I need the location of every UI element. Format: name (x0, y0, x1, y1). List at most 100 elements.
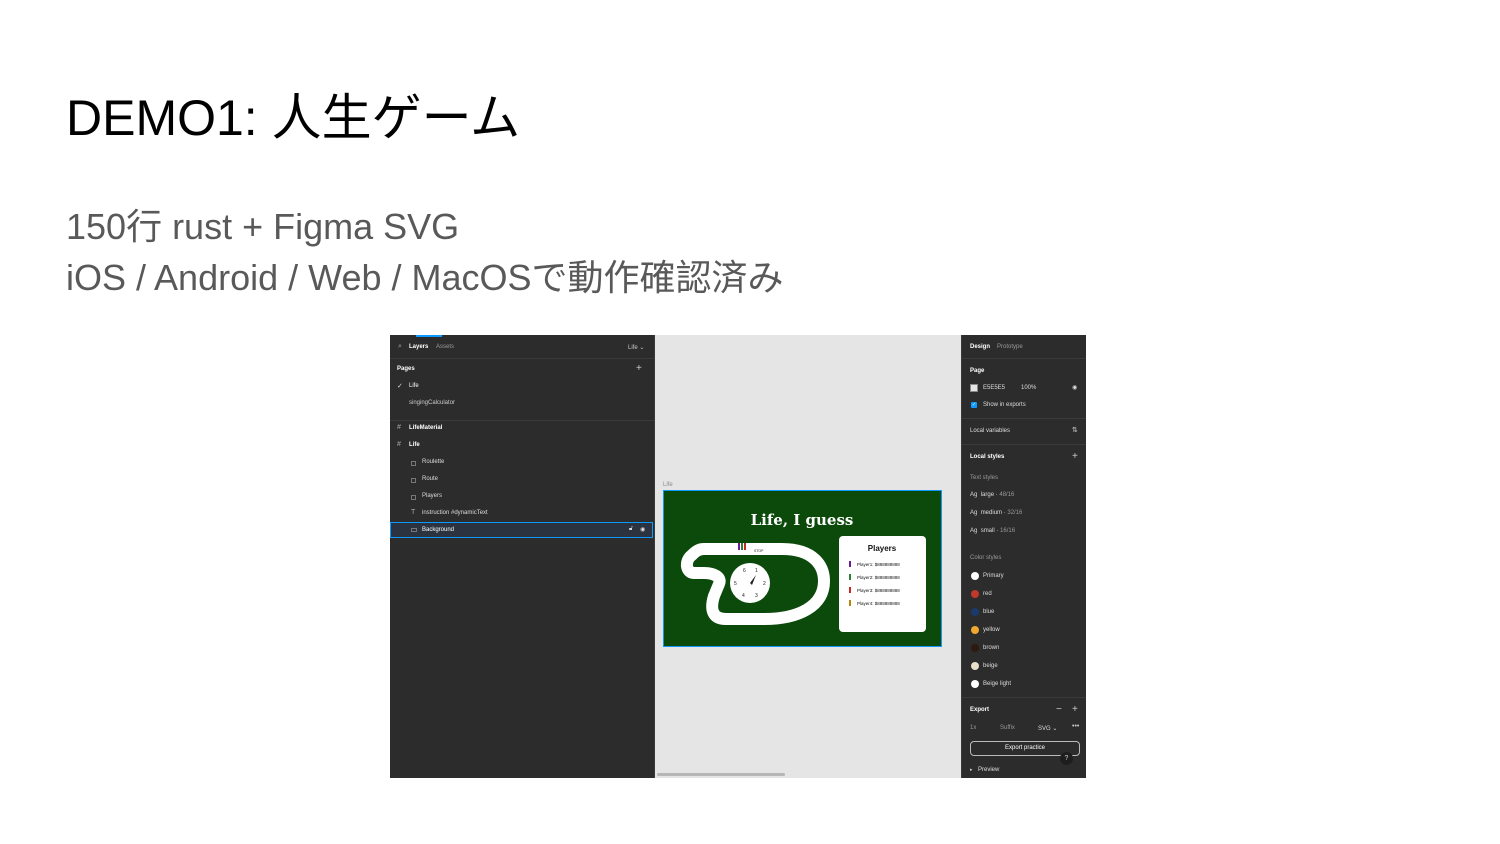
divider (962, 358, 1086, 359)
color-swatch-yellow (971, 626, 979, 634)
text-style-prefix: Ag (970, 492, 978, 498)
eye-icon[interactable]: ◉ (1072, 384, 1077, 391)
text-style-prefix: Ag (970, 510, 978, 516)
color-swatch-beige-light (971, 680, 979, 688)
divider (962, 697, 1086, 698)
text-style-small[interactable]: Ag small · 16/16 (970, 528, 1015, 534)
player2-label: Player2: $888888888 (857, 575, 900, 580)
page-selector[interactable]: Life ⌄ (628, 344, 644, 351)
color-style-brown[interactable]: brown (983, 645, 999, 651)
active-tab-indicator (416, 335, 442, 337)
group-icon (411, 478, 416, 483)
page-color-swatch[interactable] (970, 384, 978, 392)
frame-label[interactable]: Life (663, 482, 673, 488)
color-style-beige[interactable]: beige (983, 663, 998, 669)
chevron-down-icon: ⌄ (1052, 726, 1058, 732)
tab-assets[interactable]: Assets (436, 344, 454, 350)
remove-export-icon[interactable]: − (1056, 704, 1062, 715)
slide-subtitle-line1: 150行 rust + Figma SVG (66, 206, 460, 247)
local-variables-label[interactable]: Local variables (970, 428, 1010, 434)
color-style-beige-light[interactable]: Beige light (983, 681, 1011, 687)
color-style-yellow[interactable]: yellow (983, 627, 1000, 633)
figma-screenshot: ⌕ Layers Assets Life ⌄ Pages + ✓ Life si… (390, 335, 1086, 778)
add-style-icon[interactable]: + (1072, 451, 1078, 462)
unlock-icon[interactable]: 🔓︎ (629, 526, 633, 533)
text-style-name: medium (980, 510, 1003, 516)
game-board: Life, I guess 6 1 2 3 4 5 STOP Players P… (681, 511, 926, 632)
export-format-select[interactable]: SVG ⌄ (1038, 725, 1057, 732)
show-in-exports-checkbox[interactable]: ✓ (971, 402, 977, 408)
slide-title: DEMO1: 人生ゲーム (66, 90, 521, 146)
life-frame[interactable]: Life, I guess 6 1 2 3 4 5 STOP Players P… (663, 490, 942, 647)
layer-background[interactable]: Background (422, 527, 454, 533)
roulette-number-4: 4 (742, 593, 745, 599)
search-icon[interactable]: ⌕ (398, 343, 402, 351)
player3-token (744, 543, 746, 550)
add-page-icon[interactable]: + (636, 363, 642, 374)
roulette-number-5: 5 (734, 581, 737, 587)
text-icon: T (411, 509, 416, 516)
check-icon: ✓ (397, 383, 403, 390)
layer-players[interactable]: Players (422, 493, 442, 499)
player4-label: Player4: $888888888 (857, 601, 900, 606)
text-style-medium[interactable]: Ag medium · 32/16 (970, 510, 1022, 516)
preview-toggle[interactable]: Preview (978, 767, 999, 773)
game-title: Life, I guess (751, 511, 854, 529)
text-styles-heading: Text styles (970, 475, 999, 481)
color-style-primary[interactable]: Primary (983, 573, 1004, 579)
player2-token (741, 543, 743, 550)
text-style-name: small (980, 528, 995, 534)
color-swatch-beige (971, 662, 979, 670)
help-icon[interactable]: ? (1060, 752, 1073, 765)
player3-icon (849, 587, 851, 593)
color-swatch-red (971, 590, 979, 598)
text-style-large[interactable]: Ag large · 48/16 (970, 492, 1014, 498)
page-opacity-value[interactable]: 100% (1021, 385, 1036, 391)
group-icon (411, 461, 416, 466)
page-item-singingcalculator[interactable]: singingCalculator (409, 400, 455, 406)
frame-icon: # (397, 441, 401, 448)
divider (962, 418, 1086, 419)
slide-subtitle-line2: iOS / Android / Web / MacOSで動作確認済み (66, 257, 784, 298)
show-in-exports-label: Show in exports (983, 402, 1026, 408)
layer-route[interactable]: Route (422, 476, 438, 482)
page-selector-label: Life (628, 345, 638, 351)
eye-icon[interactable]: ◉ (640, 526, 645, 533)
page-item-life[interactable]: Life (409, 383, 419, 389)
text-style-prefix: Ag (970, 528, 978, 534)
export-scale[interactable]: 1x (970, 725, 976, 731)
tab-prototype[interactable]: Prototype (997, 344, 1023, 350)
local-styles-heading: Local styles (970, 454, 1005, 460)
roulette-number-1: 1 (755, 568, 758, 574)
layer-instruction[interactable]: instruction #dynamicText (422, 510, 488, 516)
player3-label: Player3: $888888888 (857, 588, 900, 593)
divider (962, 444, 1086, 445)
layer-roulette[interactable]: Roulette (422, 459, 444, 465)
text-style-spec: 48/16 (999, 492, 1015, 498)
color-style-red[interactable]: red (983, 591, 992, 597)
canvas-scrollbar[interactable] (657, 773, 785, 776)
export-format-label: SVG (1038, 726, 1051, 732)
text-style-spec: 16/16 (1000, 528, 1016, 534)
player1-icon (849, 561, 851, 567)
add-export-icon[interactable]: + (1072, 704, 1078, 715)
color-swatch-brown (971, 644, 979, 652)
roulette-number-3: 3 (755, 593, 758, 599)
page-color-value[interactable]: E5E5E5 (983, 385, 1005, 391)
canvas[interactable]: Life Life, I guess 6 1 2 3 4 5 STOP Play… (655, 335, 961, 778)
layer-lifematerial[interactable]: LifeMaterial (409, 425, 442, 431)
triangle-right-icon: ▸ (970, 767, 973, 773)
tab-design[interactable]: Design (970, 344, 990, 350)
export-suffix[interactable]: Suffix (1000, 725, 1015, 731)
color-styles-heading: Color styles (970, 555, 1002, 561)
layer-life[interactable]: Life (409, 442, 420, 448)
more-options-icon[interactable]: ••• (1072, 723, 1079, 730)
tab-layers[interactable]: Layers (409, 344, 428, 350)
player2-icon (849, 574, 851, 580)
layers-panel-tabs (390, 335, 654, 359)
variables-settings-icon[interactable]: ⇅ (1072, 426, 1078, 434)
color-style-blue[interactable]: blue (983, 609, 994, 615)
stop-label: STOP (754, 549, 764, 553)
color-swatch-primary (971, 572, 979, 580)
player1-token (738, 543, 740, 550)
